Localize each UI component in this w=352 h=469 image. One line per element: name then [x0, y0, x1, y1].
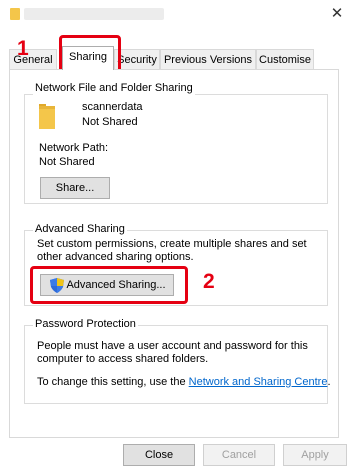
cancel-button[interactable]: Cancel [203, 444, 275, 466]
advanced-sharing-button-label: Advanced Sharing... [66, 279, 166, 291]
close-button[interactable]: Close [123, 444, 195, 466]
advanced-sharing-description: Set custom permissions, create multiple … [37, 238, 307, 263]
tab-customise[interactable]: Customise [256, 49, 314, 69]
change-setting-prefix: To change this setting, use the [37, 376, 189, 388]
network-sharing-centre-link[interactable]: Network and Sharing Centre [189, 376, 328, 388]
tab-security[interactable]: Security [114, 49, 160, 69]
folder-share-status: Not Shared [82, 116, 138, 128]
change-setting-suffix: . [327, 376, 331, 388]
advanced-sharing-legend: Advanced Sharing [33, 223, 127, 236]
folder-icon [10, 8, 20, 20]
uac-shield-icon [50, 278, 64, 293]
tab-previous-versions[interactable]: Previous Versions [160, 49, 256, 69]
network-sharing-legend: Network File and Folder Sharing [33, 82, 195, 95]
folder-name: scannerdata [82, 101, 143, 113]
change-setting-text: To change this setting, use the Network … [37, 376, 331, 389]
network-path-label: Network Path: [39, 142, 109, 154]
apply-button[interactable]: Apply [283, 444, 347, 466]
password-protection-description: People must have a user account and pass… [37, 340, 308, 365]
advanced-sharing-button[interactable]: Advanced Sharing... [40, 274, 174, 296]
close-icon[interactable]: ✕ [330, 6, 344, 21]
tab-sharing[interactable]: Sharing [62, 46, 114, 70]
step-2-callout: 2 [203, 270, 215, 293]
window-title-obscured [24, 8, 164, 20]
password-protection-legend: Password Protection [33, 318, 138, 331]
step-1-callout: 1 [17, 37, 29, 60]
network-path-value: Not Shared [39, 156, 95, 168]
folder-icon [39, 104, 55, 129]
title-bar: ✕ [0, 0, 352, 30]
share-button[interactable]: Share... [40, 177, 110, 199]
